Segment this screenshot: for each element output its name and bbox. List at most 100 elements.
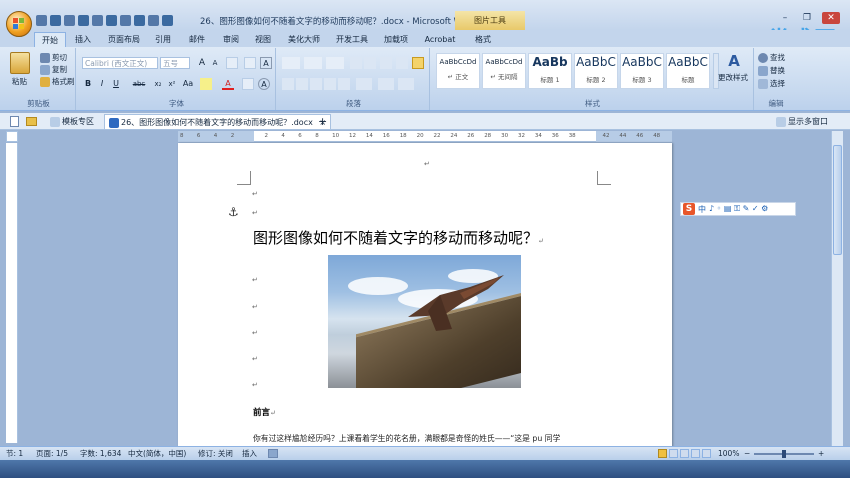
clear-format-icon[interactable] — [226, 57, 238, 69]
font-size-dropdown[interactable]: 五号 — [160, 57, 190, 69]
underline-button[interactable]: U — [110, 78, 122, 90]
folder-icon[interactable] — [148, 15, 159, 26]
font-name-dropdown[interactable]: Calibri (西文正文) — [82, 57, 158, 69]
style-heading-1[interactable]: AaBb 标题 1 — [528, 53, 572, 89]
grow-font-button[interactable]: A — [196, 57, 208, 69]
change-styles-button[interactable]: 更改样式 — [718, 72, 748, 83]
tab-review[interactable]: 审阅 — [218, 32, 244, 47]
tab-developer[interactable]: 开发工具 — [332, 32, 372, 47]
new-doc-icon[interactable] — [78, 15, 89, 26]
vertical-scrollbar[interactable] — [831, 131, 843, 446]
anchor-icon[interactable]: ⚓ — [228, 205, 242, 219]
char-shading-icon[interactable] — [242, 78, 254, 90]
template-tab[interactable]: 模板专区 — [46, 114, 98, 129]
font-color-button[interactable]: A — [222, 78, 234, 90]
spelling-icon[interactable] — [120, 15, 131, 26]
numbering-icon[interactable] — [304, 57, 322, 69]
copy-button[interactable]: 复制 — [40, 64, 67, 75]
change-styles-icon[interactable]: A — [724, 52, 744, 70]
status-track-changes[interactable]: 修订: 关闭 — [198, 447, 233, 460]
folder-icon[interactable] — [26, 117, 37, 126]
increase-indent-icon[interactable] — [364, 57, 376, 69]
draft-view-icon[interactable] — [702, 449, 711, 458]
bold-button[interactable]: B — [82, 78, 94, 90]
align-left-icon[interactable] — [282, 78, 294, 90]
paste-button[interactable]: 粘贴 — [12, 76, 27, 87]
tab-beautify[interactable]: 美化大师 — [284, 32, 324, 47]
format-painter-button[interactable]: 格式刷 — [40, 76, 75, 87]
ime-toolbar[interactable]: S 中 ♪ ◦ ▤ ⚿ ✎ ✓ ⚙ — [680, 202, 796, 216]
tab-selector-icon[interactable] — [6, 131, 18, 142]
style-heading-3[interactable]: AaBbC 标题 3 — [620, 53, 664, 89]
multilevel-list-icon[interactable] — [326, 57, 344, 69]
ime-mode-toggle[interactable]: 中 — [698, 204, 706, 215]
decrease-indent-icon[interactable] — [350, 57, 362, 69]
show-windows-button[interactable]: 显示多窗口 — [776, 113, 828, 130]
print-layout-icon[interactable] — [658, 449, 667, 458]
paste-icon[interactable] — [10, 52, 30, 74]
style-heading-2[interactable]: AaBbC 标题 2 — [574, 53, 618, 89]
replace-button[interactable]: 替换 — [758, 65, 785, 76]
zoom-out-button[interactable]: − — [744, 447, 750, 460]
chinese-layout-icon[interactable] — [380, 57, 392, 69]
superscript-button[interactable]: x² — [166, 78, 178, 90]
phonetic-guide-icon[interactable] — [244, 57, 256, 69]
style-title[interactable]: AaBbC 标题 — [666, 53, 710, 89]
sort-icon[interactable] — [396, 57, 408, 69]
save-icon[interactable] — [36, 15, 47, 26]
tab-references[interactable]: 引用 — [150, 32, 176, 47]
document-page[interactable]: ↵ ↵ ↵ ⚓ 图形图像如何不随着文字的移动而移动呢？↵ ↵ ↵ ↵ ↵ ↵ 前… — [178, 143, 672, 448]
zoom-level[interactable]: 100% — [718, 447, 739, 460]
status-page[interactable]: 页面: 1/5 — [36, 447, 68, 460]
strikethrough-button[interactable]: abc — [130, 78, 148, 90]
enclose-char-button[interactable]: A — [258, 78, 270, 90]
change-case-button[interactable]: Aa — [182, 78, 194, 90]
borders-icon[interactable] — [398, 78, 414, 90]
new-doc-icon[interactable] — [10, 116, 19, 127]
styles-scroll-icon[interactable] — [713, 53, 719, 89]
web-layout-icon[interactable] — [680, 449, 689, 458]
add-tab-button[interactable]: + — [318, 113, 327, 130]
office-button[interactable] — [6, 11, 32, 37]
tab-insert[interactable]: 插入 — [70, 32, 96, 47]
align-right-icon[interactable] — [310, 78, 322, 90]
horizontal-ruler[interactable]: 8 6 4 2 2 4 6 8 10 12 14 16 18 20 22 24 26 28 30 32 34 36 38 42… — [178, 131, 672, 142]
style-no-spacing[interactable]: AaBbCcDd ↵ 无间隔 — [482, 53, 526, 89]
bullets-icon[interactable] — [282, 57, 300, 69]
distribute-icon[interactable] — [338, 78, 350, 90]
status-word-count[interactable]: 字数: 1,634 — [80, 447, 121, 460]
zoom-in-button[interactable]: + — [818, 447, 824, 460]
tab-view[interactable]: 视图 — [250, 32, 276, 47]
char-border-button[interactable]: A — [260, 57, 272, 69]
status-insert-mode[interactable]: 插入 — [242, 447, 257, 460]
boat-anchor-photo[interactable] — [328, 255, 521, 388]
status-section[interactable]: 节: 1 — [6, 447, 23, 460]
macro-record-icon[interactable] — [268, 449, 278, 458]
cut-button[interactable]: 剪切 — [40, 52, 67, 63]
zoom-slider[interactable] — [754, 450, 814, 458]
italic-button[interactable]: I — [96, 78, 108, 90]
full-screen-icon[interactable] — [669, 449, 678, 458]
draw-table-icon[interactable] — [134, 15, 145, 26]
tab-mailings[interactable]: 邮件 — [184, 32, 210, 47]
subscript-button[interactable]: x₂ — [152, 78, 164, 90]
show-marks-icon[interactable] — [412, 57, 424, 69]
scroll-thumb[interactable] — [833, 145, 842, 255]
redo-icon[interactable] — [64, 15, 75, 26]
document-heading[interactable]: 图形图像如何不随着文字的移动而移动呢？↵ — [253, 227, 544, 248]
tab-page-layout[interactable]: 页面布局 — [104, 32, 144, 47]
highlight-icon[interactable] — [200, 78, 212, 90]
open-icon[interactable] — [92, 15, 103, 26]
zoom-slider-thumb[interactable] — [782, 450, 786, 458]
tab-acrobat[interactable]: Acrobat — [420, 32, 460, 47]
align-center-icon[interactable] — [296, 78, 308, 90]
tab-addins[interactable]: 加载项 — [380, 32, 412, 47]
section-subheading[interactable]: 前言↵ — [253, 406, 276, 418]
shrink-font-button[interactable]: A — [209, 57, 221, 69]
justify-icon[interactable] — [324, 78, 336, 90]
document-tab[interactable]: 26、图形图像如何不随着文字的移动而移动呢？.docx × — [104, 114, 332, 129]
vertical-ruler[interactable] — [6, 143, 18, 443]
tab-format[interactable]: 格式 — [468, 32, 498, 47]
tab-home[interactable]: 开始 — [34, 32, 66, 47]
body-paragraph[interactable]: 你有过这样尴尬经历吗？上课看着学生的花名册，满眼都是奇怪的姓氏——“这是 pu … — [253, 433, 560, 444]
